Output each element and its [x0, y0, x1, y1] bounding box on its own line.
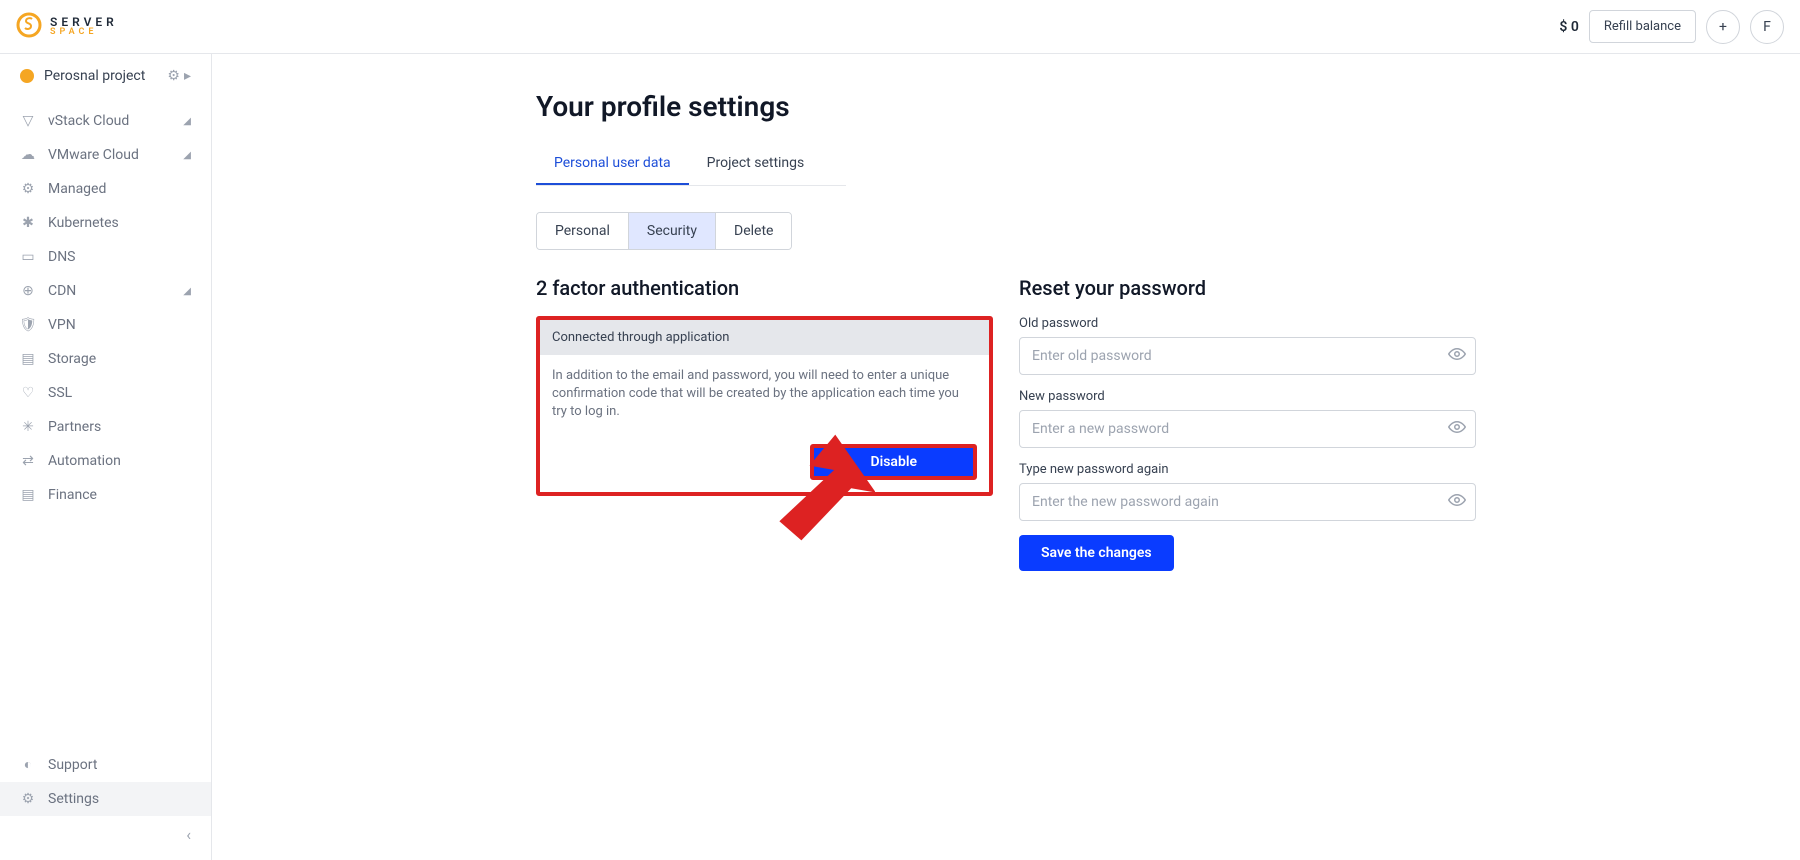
cloud-icon: ▽	[20, 113, 36, 129]
two-factor-section: 2 factor authentication Connected throug…	[536, 276, 993, 571]
automation-icon: ⇄	[20, 453, 36, 469]
chevron-left-icon: ‹	[186, 825, 191, 844]
old-password-label: Old password	[1019, 316, 1476, 331]
sidebar-item-label: DNS	[48, 249, 76, 265]
sidebar-item-label: Settings	[48, 791, 99, 807]
ssl-icon: ♡	[20, 385, 36, 401]
tab-project-settings[interactable]: Project settings	[689, 143, 823, 185]
refill-balance-button[interactable]: Refill balance	[1589, 10, 1696, 43]
sidebar-item-finance[interactable]: ▤ Finance	[0, 478, 211, 512]
new-password-input[interactable]	[1019, 410, 1476, 448]
sidebar-item-label: Managed	[48, 181, 106, 197]
plus-icon: +	[1719, 19, 1727, 35]
confirm-password-label: Type new password again	[1019, 462, 1476, 477]
sidebar-nav: ▽ vStack Cloud ◢ ☁ VMware Cloud ◢ ⚙ Mana…	[0, 98, 211, 743]
confirm-password-input[interactable]	[1019, 483, 1476, 521]
managed-icon: ⚙	[20, 181, 36, 197]
top-bar: SERVER SPACE $ 0 Refill balance + F	[0, 0, 1800, 54]
sidebar-item-label: Support	[48, 757, 97, 773]
old-password-input[interactable]	[1019, 337, 1476, 375]
sub-tabs: Personal Security Delete	[536, 212, 792, 250]
sidebar-item-vmware[interactable]: ☁ VMware Cloud ◢	[0, 138, 211, 172]
shield-icon: 🛡	[20, 317, 36, 333]
sidebar-item-ssl[interactable]: ♡ SSL	[0, 376, 211, 410]
two-factor-description: In addition to the email and password, y…	[540, 355, 989, 434]
toggle-visibility-icon[interactable]	[1448, 345, 1466, 367]
partners-icon: ✳	[20, 419, 36, 435]
sidebar-item-label: vStack Cloud	[48, 113, 129, 129]
project-selector[interactable]: Perosnal project ⚙ ▸	[0, 54, 211, 98]
toggle-visibility-icon[interactable]	[1448, 491, 1466, 513]
sidebar-item-label: Storage	[48, 351, 96, 367]
sidebar-item-label: SSL	[48, 385, 72, 401]
chevron-down-icon: ◢	[183, 116, 191, 127]
toggle-visibility-icon[interactable]	[1448, 418, 1466, 440]
finance-icon: ▤	[20, 487, 36, 503]
cloud-icon: ☁	[20, 147, 36, 163]
chevron-down-icon: ◢	[183, 150, 191, 161]
primary-tabs: Personal user data Project settings	[536, 143, 846, 186]
brand-sub: SPACE	[50, 28, 118, 37]
page-title: Your profile settings	[536, 90, 1476, 123]
project-name: Perosnal project	[44, 68, 145, 84]
sidebar-item-dns[interactable]: ▭ DNS	[0, 240, 211, 274]
support-icon: ◐	[20, 756, 36, 773]
two-factor-connected-label: Connected through application	[540, 320, 989, 355]
add-button[interactable]: +	[1706, 10, 1740, 44]
sidebar-item-label: CDN	[48, 283, 76, 299]
sidebar-item-support[interactable]: ◐ Support	[0, 747, 211, 782]
new-password-label: New password	[1019, 389, 1476, 404]
sidebar-item-label: Partners	[48, 419, 101, 435]
collapse-sidebar-button[interactable]: ‹	[0, 816, 211, 852]
subtab-personal[interactable]: Personal	[537, 213, 628, 249]
dns-icon: ▭	[20, 249, 36, 265]
globe-icon: ⊕	[20, 283, 36, 299]
tab-personal-user-data[interactable]: Personal user data	[536, 143, 689, 185]
sidebar-item-label: VMware Cloud	[48, 147, 139, 163]
subtab-delete[interactable]: Delete	[715, 213, 791, 249]
sidebar: Perosnal project ⚙ ▸ ▽ vStack Cloud ◢ ☁ …	[0, 54, 212, 860]
brand-text: SERVER SPACE	[50, 16, 118, 37]
sidebar-item-label: Finance	[48, 487, 97, 503]
storage-icon: ▤	[20, 351, 36, 367]
sidebar-item-partners[interactable]: ✳ Partners	[0, 410, 211, 444]
avatar-letter: F	[1763, 19, 1771, 35]
sidebar-item-managed[interactable]: ⚙ Managed	[0, 172, 211, 206]
sidebar-item-kubernetes[interactable]: ✱ Kubernetes	[0, 206, 211, 240]
chevron-right-icon[interactable]: ▸	[184, 68, 191, 84]
sidebar-item-label: Kubernetes	[48, 215, 119, 231]
project-settings-icon[interactable]: ⚙	[167, 68, 180, 84]
two-factor-card: Connected through application In additio…	[536, 316, 993, 496]
sidebar-item-label: Automation	[48, 453, 121, 469]
avatar[interactable]: F	[1750, 10, 1784, 44]
two-factor-heading: 2 factor authentication	[536, 276, 993, 300]
reset-password-section: Reset your password Old password New pas…	[1019, 276, 1476, 571]
sidebar-item-vpn[interactable]: 🛡 VPN	[0, 308, 211, 342]
kubernetes-icon: ✱	[20, 215, 36, 231]
brand[interactable]: SERVER SPACE	[16, 12, 118, 42]
gear-icon: ⚙	[20, 791, 36, 807]
project-dot-icon	[20, 69, 34, 83]
balance-amount: $ 0	[1559, 19, 1578, 35]
sidebar-item-vstack[interactable]: ▽ vStack Cloud ◢	[0, 104, 211, 138]
disable-two-factor-button[interactable]: Disable	[810, 444, 977, 480]
chevron-down-icon: ◢	[183, 286, 191, 297]
subtab-security[interactable]: Security	[628, 213, 715, 249]
reset-password-heading: Reset your password	[1019, 276, 1476, 300]
sidebar-item-cdn[interactable]: ⊕ CDN ◢	[0, 274, 211, 308]
logo-icon	[16, 12, 42, 42]
sidebar-item-storage[interactable]: ▤ Storage	[0, 342, 211, 376]
main-content: Your profile settings Personal user data…	[212, 54, 1800, 860]
sidebar-item-automation[interactable]: ⇄ Automation	[0, 444, 211, 478]
sidebar-item-label: VPN	[48, 317, 76, 333]
save-changes-button[interactable]: Save the changes	[1019, 535, 1174, 571]
sidebar-item-settings[interactable]: ⚙ Settings	[0, 782, 211, 816]
